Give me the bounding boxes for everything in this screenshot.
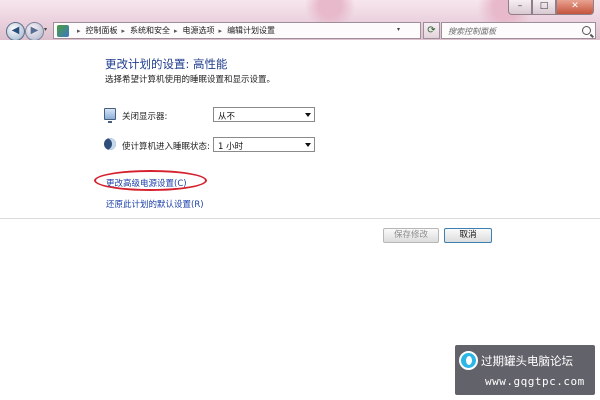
highlight-annotation [94,170,207,191]
dropdown-arrow-icon [305,113,311,117]
window-controls: – □ ✕ [508,0,594,15]
breadcrumb-item[interactable]: 编辑计划设置 [227,25,275,36]
watermark-url: www.gqgtpc.com [485,375,585,388]
sleep-label: 使计算机进入睡眠状态: [122,142,210,152]
dropdown-arrow-icon [305,143,311,147]
address-dropdown-icon[interactable]: ▾ [397,26,400,33]
forum-logo-icon [459,351,478,370]
breadcrumb-item[interactable]: 控制面板 [86,25,118,36]
save-changes-button[interactable]: 保存修改 [383,228,439,243]
search-icon[interactable] [582,26,591,35]
page-title: 更改计划的设置: 高性能 [105,57,228,71]
control-panel-icon [57,24,69,37]
maximize-button[interactable]: □ [532,0,556,15]
refresh-icon: ⟳ [427,25,436,36]
forward-arrow-icon: ▶ [30,25,39,36]
close-button[interactable]: ✕ [556,0,594,15]
cancel-button[interactable]: 取消 [444,228,492,243]
breadcrumb-separator-icon[interactable]: ▸ [219,27,223,35]
recent-pages-dropdown[interactable]: ▾ [44,26,47,33]
turn-off-display-select[interactable]: 从不 [213,107,315,122]
address-bar[interactable]: ▸ 控制面板 ▸ 系统和安全 ▸ 电源选项 ▸ 编辑计划设置 ▾ [53,22,421,39]
sleep-select[interactable]: 1 小时 [213,137,315,152]
search-input[interactable]: 搜索控制面板 [441,22,596,39]
watermark: 过期罐头电脑论坛 www.gqgtpc.com [455,345,595,395]
select-value: 从不 [218,112,236,122]
back-arrow-icon: ◀ [11,25,20,36]
breadcrumb-separator-icon[interactable]: ▸ [174,27,178,35]
search-placeholder: 搜索控制面板 [448,27,496,36]
turn-off-display-label: 关闭显示器: [122,112,168,122]
watermark-title: 过期罐头电脑论坛 [481,354,573,368]
window-titlebar: – □ ✕ ◀ ▶ ▾ ▸ 控制面板 ▸ 系统和安全 ▸ 电源选项 ▸ 编辑计划… [0,0,600,41]
restore-defaults-link[interactable]: 还原此计划的默认设置(R) [106,198,204,210]
minimize-button[interactable]: – [508,0,532,15]
moon-icon [104,138,116,150]
page-description: 选择希望计算机使用的睡眠设置和显示设置。 [105,75,276,85]
refresh-button[interactable]: ⟳ [423,22,440,39]
select-value: 1 小时 [218,142,244,152]
divider [0,218,600,219]
breadcrumb-separator-icon: ▸ [77,26,81,35]
back-button[interactable]: ◀ [6,22,25,41]
monitor-icon [104,108,116,123]
breadcrumb-item[interactable]: 系统和安全 [130,25,170,36]
chevron-down-icon: ▾ [44,26,48,33]
forward-button[interactable]: ▶ [25,22,44,41]
breadcrumb-item[interactable]: 电源选项 [183,25,215,36]
breadcrumb-separator-icon[interactable]: ▸ [122,27,126,35]
